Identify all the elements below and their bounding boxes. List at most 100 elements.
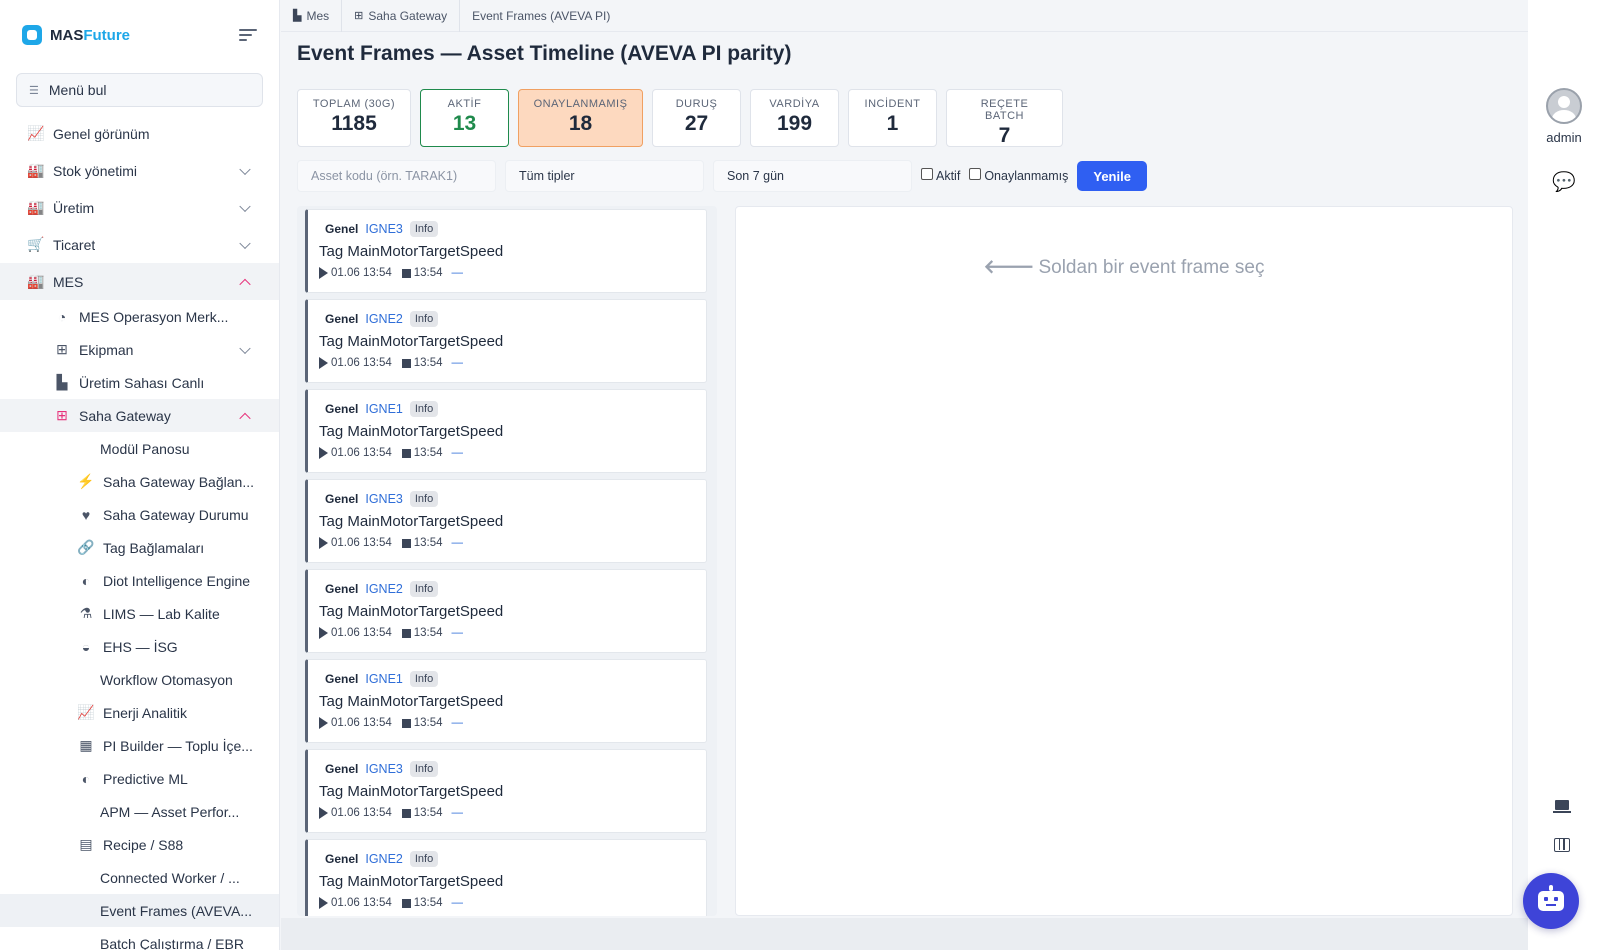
- sidebar-item-17[interactable]: 📈 Enerji Analitik: [0, 696, 279, 729]
- user-name[interactable]: admin: [1528, 130, 1600, 145]
- plug-icon: ⚡: [77, 473, 95, 489]
- kpi-card[interactable]: INCİDENT 1: [848, 89, 937, 147]
- sidebar-item-0[interactable]: 📈 Genel görünüm: [0, 115, 279, 152]
- menu-search-label: Menü bul: [48, 82, 107, 98]
- sidebar-item-6[interactable]: ⊞ Ekipman: [0, 333, 279, 366]
- sidebar-item-2[interactable]: 🏭 Üretim: [0, 189, 279, 226]
- ef-title: Tag MainMotorTargetSpeed: [319, 423, 504, 440]
- unack-checkbox-box[interactable]: [969, 168, 982, 180]
- kpi-card[interactable]: DURUŞ 27: [652, 89, 741, 147]
- event-frame-card[interactable]: Genel IGNE3 Info Tag MainMotorTargetSpeed 01…: [305, 209, 707, 293]
- network-icon: ⊞: [56, 407, 68, 423]
- warehouse-icon: 🏭: [27, 162, 45, 178]
- sidebar-item-15[interactable]: ◒ EHS — İSG: [0, 630, 279, 663]
- chevron-down-icon[interactable]: [239, 200, 251, 212]
- event-frame-card[interactable]: Genel IGNE3 Info Tag MainMotorTargetSpeed 01…: [305, 479, 707, 563]
- sidebar-item-label: Workflow Otomasyon: [100, 671, 233, 688]
- sidebar-item-label: Recipe / S88: [103, 836, 184, 853]
- sidebar-item-12[interactable]: 🔗 Tag Bağlamaları: [0, 531, 279, 564]
- ef-asset-link[interactable]: IGNE1: [365, 402, 403, 416]
- event-frame-card[interactable]: Genel IGNE1 Info Tag MainMotorTargetSpeed 01…: [305, 659, 707, 743]
- event-frame-card[interactable]: Genel IGNE2 Info Tag MainMotorTargetSpeed 01…: [305, 569, 707, 653]
- kpi-card[interactable]: ONAYLANMAMIŞ 18: [518, 89, 643, 147]
- sidebar-item-18[interactable]: ▦ PI Builder — Toplu İçe...: [0, 729, 279, 762]
- event-frame-card[interactable]: Genel IGNE3 Info Tag MainMotorTargetSpeed 01…: [305, 749, 707, 833]
- ef-times: 01.06 13:54 13:54 —: [319, 717, 463, 729]
- sidebar-item-13[interactable]: ◐ Diot Intelligence Engine: [0, 564, 279, 597]
- ef-end: 13:54: [413, 627, 443, 639]
- sidebar-item-5[interactable]: ◔ MES Operasyon Merk...: [0, 300, 279, 333]
- brand-name[interactable]: MASFuture: [50, 27, 130, 44]
- type-select[interactable]: Tüm tipler: [505, 160, 704, 192]
- ef-severity-badge: Info: [409, 671, 439, 687]
- asset-code-input[interactable]: Asset kodu (örn. TARAK1): [297, 160, 496, 192]
- active-checkbox[interactable]: Aktif: [921, 168, 960, 183]
- kpi-value: 7: [998, 124, 1011, 147]
- sidebar-item-4[interactable]: 🏭 MES: [0, 263, 279, 300]
- main-content: ▙ Mes ⊞ Saha Gateway Event Frames (AVEVA PI)…: [281, 0, 1528, 950]
- chat-icon[interactable]: 💬: [1552, 170, 1576, 194]
- breadcrumb-label: Event Frames (AVEVA PI): [472, 8, 611, 23]
- sidebar-item-label: EHS — İSG: [103, 638, 178, 655]
- ef-asset-link[interactable]: IGNE2: [365, 852, 403, 866]
- sidebar-item-20[interactable]: APM — Asset Perfor...: [0, 795, 279, 828]
- breadcrumb-label: Mes: [306, 8, 330, 23]
- sidebar-item-10[interactable]: ⚡ Saha Gateway Bağlan...: [0, 465, 279, 498]
- sidebar-item-9[interactable]: Modül Panosu: [0, 432, 279, 465]
- event-frame-list[interactable]: Genel IGNE3 Info Tag MainMotorTargetSpeed 01…: [297, 206, 717, 916]
- ef-asset-link[interactable]: IGNE1: [365, 672, 403, 686]
- sidebar-item-label: Üretim Sahası Canlı: [79, 374, 205, 391]
- ef-asset-link[interactable]: IGNE3: [365, 222, 403, 236]
- ef-category: Genel: [325, 582, 359, 596]
- ef-title: Tag MainMotorTargetSpeed: [319, 333, 504, 350]
- chevron-down-icon[interactable]: [239, 342, 251, 354]
- menu-search-input[interactable]: ☰ Menü bul: [16, 73, 263, 107]
- active-checkbox-box[interactable]: [921, 168, 933, 180]
- type-select-value: Tüm tipler: [519, 169, 575, 183]
- breadcrumb-item[interactable]: ▙ Mes: [293, 0, 343, 32]
- chevron-down-icon[interactable]: [239, 237, 251, 249]
- ef-end: 13:54: [413, 267, 443, 279]
- brand-logo-icon: [22, 25, 42, 45]
- sidebar-item-22[interactable]: Connected Worker / ...: [0, 861, 279, 894]
- sidebar-item-label: Batch Çalıştırma / EBR: [100, 935, 244, 950]
- kpi-card[interactable]: AKTİF 13: [420, 89, 509, 147]
- ef-asset-link[interactable]: IGNE2: [365, 312, 403, 326]
- chevron-down-icon[interactable]: [239, 163, 251, 175]
- sidebar-item-3[interactable]: 🛒 Ticaret: [0, 226, 279, 263]
- sidebar-item-label: Diot Intelligence Engine: [103, 572, 251, 589]
- ef-category: Genel: [325, 492, 359, 506]
- menu-toggle-icon[interactable]: [239, 29, 257, 41]
- sidebar-item-16[interactable]: Workflow Otomasyon: [0, 663, 279, 696]
- ef-asset-link[interactable]: IGNE3: [365, 492, 403, 506]
- chevron-up-icon[interactable]: [239, 278, 251, 290]
- breadcrumb-item[interactable]: ⊞ Saha Gateway: [354, 0, 461, 32]
- ef-asset-link[interactable]: IGNE2: [365, 582, 403, 596]
- unack-checkbox[interactable]: Onaylanmamış: [969, 168, 1068, 183]
- kpi-value: 199: [776, 112, 813, 135]
- columns-icon[interactable]: [1554, 838, 1570, 852]
- sidebar-item-19[interactable]: ◐ Predictive ML: [0, 762, 279, 795]
- sidebar-item-21[interactable]: ▤ Recipe / S88: [0, 828, 279, 861]
- event-frame-card[interactable]: Genel IGNE1 Info Tag MainMotorTargetSpeed 01…: [305, 389, 707, 473]
- assistant-bot-button[interactable]: [1523, 873, 1579, 929]
- user-avatar[interactable]: [1546, 88, 1582, 124]
- event-frame-card[interactable]: Genel IGNE2 Info Tag MainMotorTargetSpeed 01…: [305, 299, 707, 383]
- sidebar-item-14[interactable]: ⚗ LIMS — Lab Kalite: [0, 597, 279, 630]
- sidebar-item-8[interactable]: ⊞ Saha Gateway: [0, 399, 279, 432]
- refresh-button[interactable]: Yenile: [1077, 161, 1147, 191]
- kpi-card[interactable]: VARDİYA 199: [750, 89, 839, 147]
- sidebar-item-24[interactable]: Batch Çalıştırma / EBR: [0, 927, 279, 950]
- laptop-icon[interactable]: [1553, 800, 1571, 813]
- sidebar-item-7[interactable]: ▙ Üretim Sahası Canlı: [0, 366, 279, 399]
- sidebar-item-1[interactable]: 🏭 Stok yönetimi: [0, 152, 279, 189]
- range-select[interactable]: Son 7 gün: [713, 160, 912, 192]
- sidebar-item-23[interactable]: Event Frames (AVEVA...: [0, 894, 279, 927]
- main-footer: [281, 918, 1528, 950]
- ef-asset-link[interactable]: IGNE3: [365, 762, 403, 776]
- kpi-card[interactable]: TOPLAM (30G) 1185: [297, 89, 411, 147]
- chevron-up-icon[interactable]: [239, 412, 251, 424]
- event-frame-card[interactable]: Genel IGNE2 Info Tag MainMotorTargetSpeed 01…: [305, 839, 707, 916]
- kpi-card[interactable]: REÇETE BATCH 7: [946, 89, 1063, 147]
- sidebar-item-11[interactable]: ♥ Saha Gateway Durumu: [0, 498, 279, 531]
